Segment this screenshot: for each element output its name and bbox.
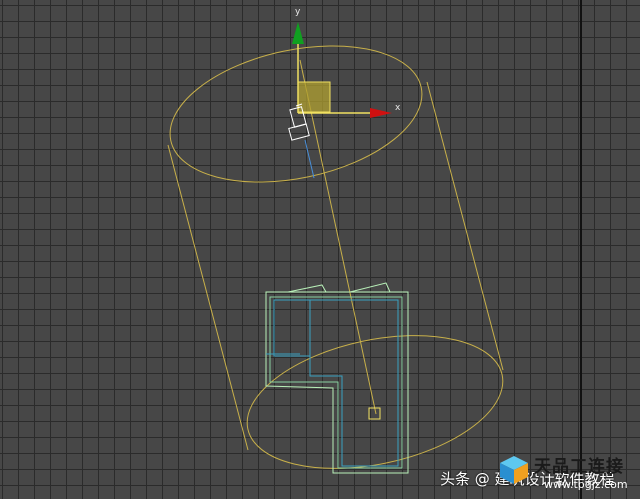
house-inner-wall xyxy=(273,299,399,467)
camera-target-line xyxy=(304,139,315,179)
gizmo-xy-plane[interactable] xyxy=(297,81,331,113)
house-wall-offset xyxy=(269,296,403,469)
cube-logo-icon xyxy=(500,456,528,484)
roof-left xyxy=(287,284,327,293)
brand-name: 天品工连接 xyxy=(534,457,624,477)
move-gizmo[interactable]: x y xyxy=(292,7,401,118)
gizmo-x-arrow-icon xyxy=(370,108,392,118)
gizmo-y-arrow-icon xyxy=(292,22,304,44)
cylinder-top-ellipse xyxy=(169,45,423,183)
scene-canvas[interactable]: x y xyxy=(0,0,640,499)
axis-x-label: x xyxy=(395,103,401,113)
house-plan[interactable] xyxy=(265,282,409,474)
cylinder-right-edge xyxy=(426,81,504,371)
cylinder-left-edge xyxy=(167,144,249,451)
roof-right xyxy=(349,282,391,293)
camera-target-marker[interactable] xyxy=(368,407,381,420)
brand-watermark: 天品工连接 www.tpgjz.com xyxy=(498,452,638,498)
axis-y-label: y xyxy=(295,7,301,17)
brand-url: www.tpgjz.com xyxy=(544,478,628,491)
cylinder-wireframe[interactable] xyxy=(157,25,515,490)
